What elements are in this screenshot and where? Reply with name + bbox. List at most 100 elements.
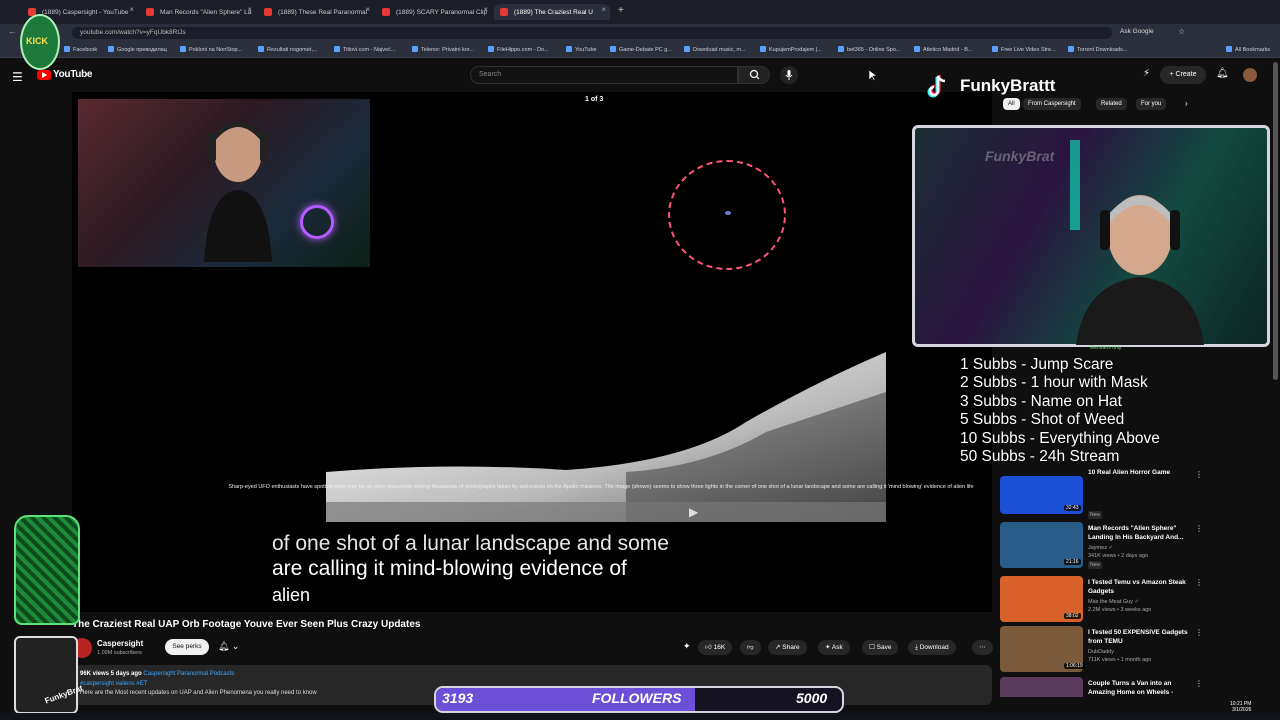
youtube-logo-icon[interactable] — [37, 70, 51, 80]
bookmark-item[interactable]: Atletico Madrid - B... — [914, 46, 973, 53]
recommendation-meta: Jaymez ✓ 341K views • 2 days ago New — [1088, 545, 1149, 569]
chip-related[interactable]: Related — [1096, 98, 1127, 110]
scrollbar[interactable] — [1273, 62, 1278, 380]
bookmark-item[interactable]: KupujemProdajem |... — [760, 46, 822, 53]
sub-goal-item: 1 Subbs - Jump Scare — [960, 356, 1114, 373]
hamburger-menu-icon[interactable]: ☰ — [12, 70, 23, 84]
chip-for-you[interactable]: For you — [1136, 98, 1167, 110]
followers-goal: 5000 — [796, 690, 828, 706]
star-icon[interactable]: ☆ — [1178, 27, 1185, 36]
recommendation-item[interactable]: Couple Turns a Van into an Amazing Home … — [1000, 677, 1272, 697]
user-avatar[interactable] — [1243, 68, 1257, 82]
bookmark-item[interactable]: Google преводилац — [108, 46, 167, 53]
hashtags[interactable]: #caspersight #aliens #ET — [80, 681, 147, 687]
tiktok-logo-icon — [927, 75, 946, 98]
bookmark-item[interactable]: Rezultati nogomet,... — [258, 46, 317, 53]
chip-from-caspersight[interactable]: From Caspersight — [1023, 98, 1081, 110]
bookmark-item[interactable]: Facebook — [64, 46, 97, 53]
bookmark-item[interactable]: Free Live Video Stre... — [992, 46, 1056, 53]
chevron-right-icon[interactable]: › — [1185, 99, 1188, 108]
sub-goal-item: 3 Subbs - Name on Hat — [960, 392, 1122, 410]
ask-button[interactable]: ✦ Ask — [818, 640, 850, 655]
recommendation-item[interactable]: 32:43 10 Real Alien Horror Game New ⋮ — [1000, 468, 1272, 519]
neon-light-decoration — [300, 205, 334, 239]
channel-name[interactable]: Caspersight — [97, 639, 143, 648]
like-button[interactable]: 👍︎ 16K — [698, 640, 733, 655]
notifications-bell-icon[interactable]: 🔔︎ — [1216, 68, 1229, 79]
previous-arrow-icon[interactable]: ◀ — [511, 505, 520, 519]
share-button[interactable]: ↗ Share — [768, 640, 807, 655]
youtube-logo[interactable]: YouTube — [53, 69, 93, 80]
bookmark-item[interactable]: Game-Debate PC g... — [610, 46, 672, 53]
close-icon[interactable]: × — [129, 5, 134, 14]
more-options-icon[interactable]: ⋮ — [1195, 524, 1203, 533]
chip-all[interactable]: All — [1003, 98, 1020, 110]
recommendation-item[interactable]: 1:06:19 I Tested 50 EXPENSIVE Gadgets fr… — [1000, 626, 1272, 676]
youtube-favicon-icon — [382, 8, 390, 16]
bookmark-item[interactable]: bet365 - Online Spo... — [838, 46, 901, 53]
ask-google-button[interactable]: Ask Google — [1120, 28, 1154, 35]
sparkle-icon[interactable]: ✦ — [683, 641, 691, 652]
members-only-badge: Members only — [1090, 345, 1122, 351]
back-icon[interactable]: ← — [8, 26, 17, 36]
close-icon[interactable]: × — [247, 5, 252, 14]
next-arrow-icon[interactable]: ▶ — [689, 505, 698, 519]
followers-current: 3193 — [442, 690, 474, 706]
more-options-icon[interactable]: ⋮ — [1195, 628, 1203, 637]
bookmark-item[interactable]: Torrent Downloads... — [1068, 46, 1127, 53]
weed-jar-overlay — [14, 515, 80, 625]
sub-goal-item: 5 Subbs - Shot of Weed — [960, 411, 1125, 429]
tab-paranormal[interactable]: (1889) These Real Paranormal × — [258, 4, 374, 20]
bookmark-item[interactable]: Download music, m... — [684, 46, 746, 53]
recommendation-title[interactable]: 10 Real Alien Horror Game — [1088, 468, 1188, 477]
new-tab-button[interactable]: + — [618, 5, 624, 16]
save-button[interactable]: ☐ Save — [862, 640, 899, 655]
subscription-bell-icon[interactable]: 🔔︎ ⌄ — [218, 641, 239, 652]
duration-badge: 21:16 — [1064, 559, 1081, 565]
recommendation-title[interactable]: I Tested 50 EXPENSIVE Gadgets from TEMU — [1088, 628, 1188, 646]
more-actions-button[interactable]: ⋯ — [972, 640, 993, 655]
recommendation-title[interactable]: Couple Turns a Van into an Amazing Home … — [1088, 679, 1188, 697]
bookmark-item[interactable]: Titlovi.com - Najveć... — [334, 46, 395, 53]
sub-goal-item: 10 Subbs - Everything Above — [960, 429, 1160, 447]
search-input[interactable]: Search — [470, 66, 738, 84]
microphone-icon[interactable] — [780, 66, 798, 84]
recommendation-meta: DubDaddy 711K views • 1 month ago — [1088, 649, 1152, 663]
tab-label: (1889) The Craziest Real U — [514, 8, 593, 16]
search-button[interactable] — [738, 66, 770, 84]
video-thumbnail[interactable] — [1000, 677, 1083, 697]
tab-craziest-uap[interactable]: (1889) The Craziest Real U × — [494, 4, 610, 20]
close-icon[interactable]: × — [601, 5, 606, 14]
recommendation-item[interactable]: 38:02 I Tested Temu vs Amazon Steak Gadg… — [1000, 576, 1272, 626]
recommendation-meta: Max the Meat Guy ✓ 2.2M views • 3 weeks … — [1088, 599, 1152, 613]
see-perks-button[interactable]: See perks — [165, 639, 209, 655]
bookmark-item[interactable]: FileHippo.com - Do... — [488, 46, 549, 53]
all-bookmarks[interactable]: All Bookmarks — [1226, 46, 1270, 53]
download-button[interactable]: ⤓ Download — [908, 640, 956, 655]
description-text: Here are the Most recent updates on UAP … — [80, 690, 317, 696]
followers-label: FOLLOWERS — [592, 690, 682, 706]
tab-scary-paranormal[interactable]: (1889) SCARY Paranormal Clip × — [376, 4, 492, 20]
playlist-link[interactable]: Caspersight Paranormal Podcasts — [143, 671, 234, 677]
more-options-icon[interactable]: ⋮ — [1195, 679, 1203, 688]
bookmark-item[interactable]: Telenor: Privatni kor... — [412, 46, 474, 53]
tab-alien-sphere[interactable]: Man Records "Alien Sphere" La × — [140, 4, 256, 20]
duration-badge: 38:02 — [1064, 613, 1081, 619]
more-options-icon[interactable]: ⋮ — [1195, 470, 1203, 479]
more-options-icon[interactable]: ⋮ — [1195, 578, 1203, 587]
youtube-favicon-icon — [264, 8, 272, 16]
recommendation-title[interactable]: I Tested Temu vs Amazon Steak Gadgets — [1088, 578, 1188, 596]
cast-icon[interactable]: ⚡ — [1143, 68, 1150, 79]
close-icon[interactable]: × — [365, 5, 370, 14]
bookmark-item[interactable]: YouTube — [566, 46, 597, 53]
recommendation-item[interactable]: 21:16 Man Records "Alien Sphere" Landing… — [1000, 522, 1272, 572]
create-button[interactable]: + Create — [1160, 66, 1206, 84]
url-bar[interactable]: youtube.com/watch?v=yFqUbk8RtJs — [72, 27, 1112, 39]
sub-goals-list: 1 Subbs - Jump Scare 2 Subbs - 1 hour wi… — [960, 356, 1222, 466]
recommendation-title[interactable]: Man Records "Alien Sphere" Landing In Hi… — [1088, 524, 1188, 542]
bookmark-item[interactable]: Pokloni na NonStop... — [180, 46, 242, 53]
tab-label: (1889) Caspersight - YouTube — [42, 8, 129, 16]
close-icon[interactable]: × — [483, 5, 488, 14]
ufo-highlight-circle — [668, 160, 786, 270]
dislike-button[interactable]: 👎︎ — [740, 640, 761, 655]
